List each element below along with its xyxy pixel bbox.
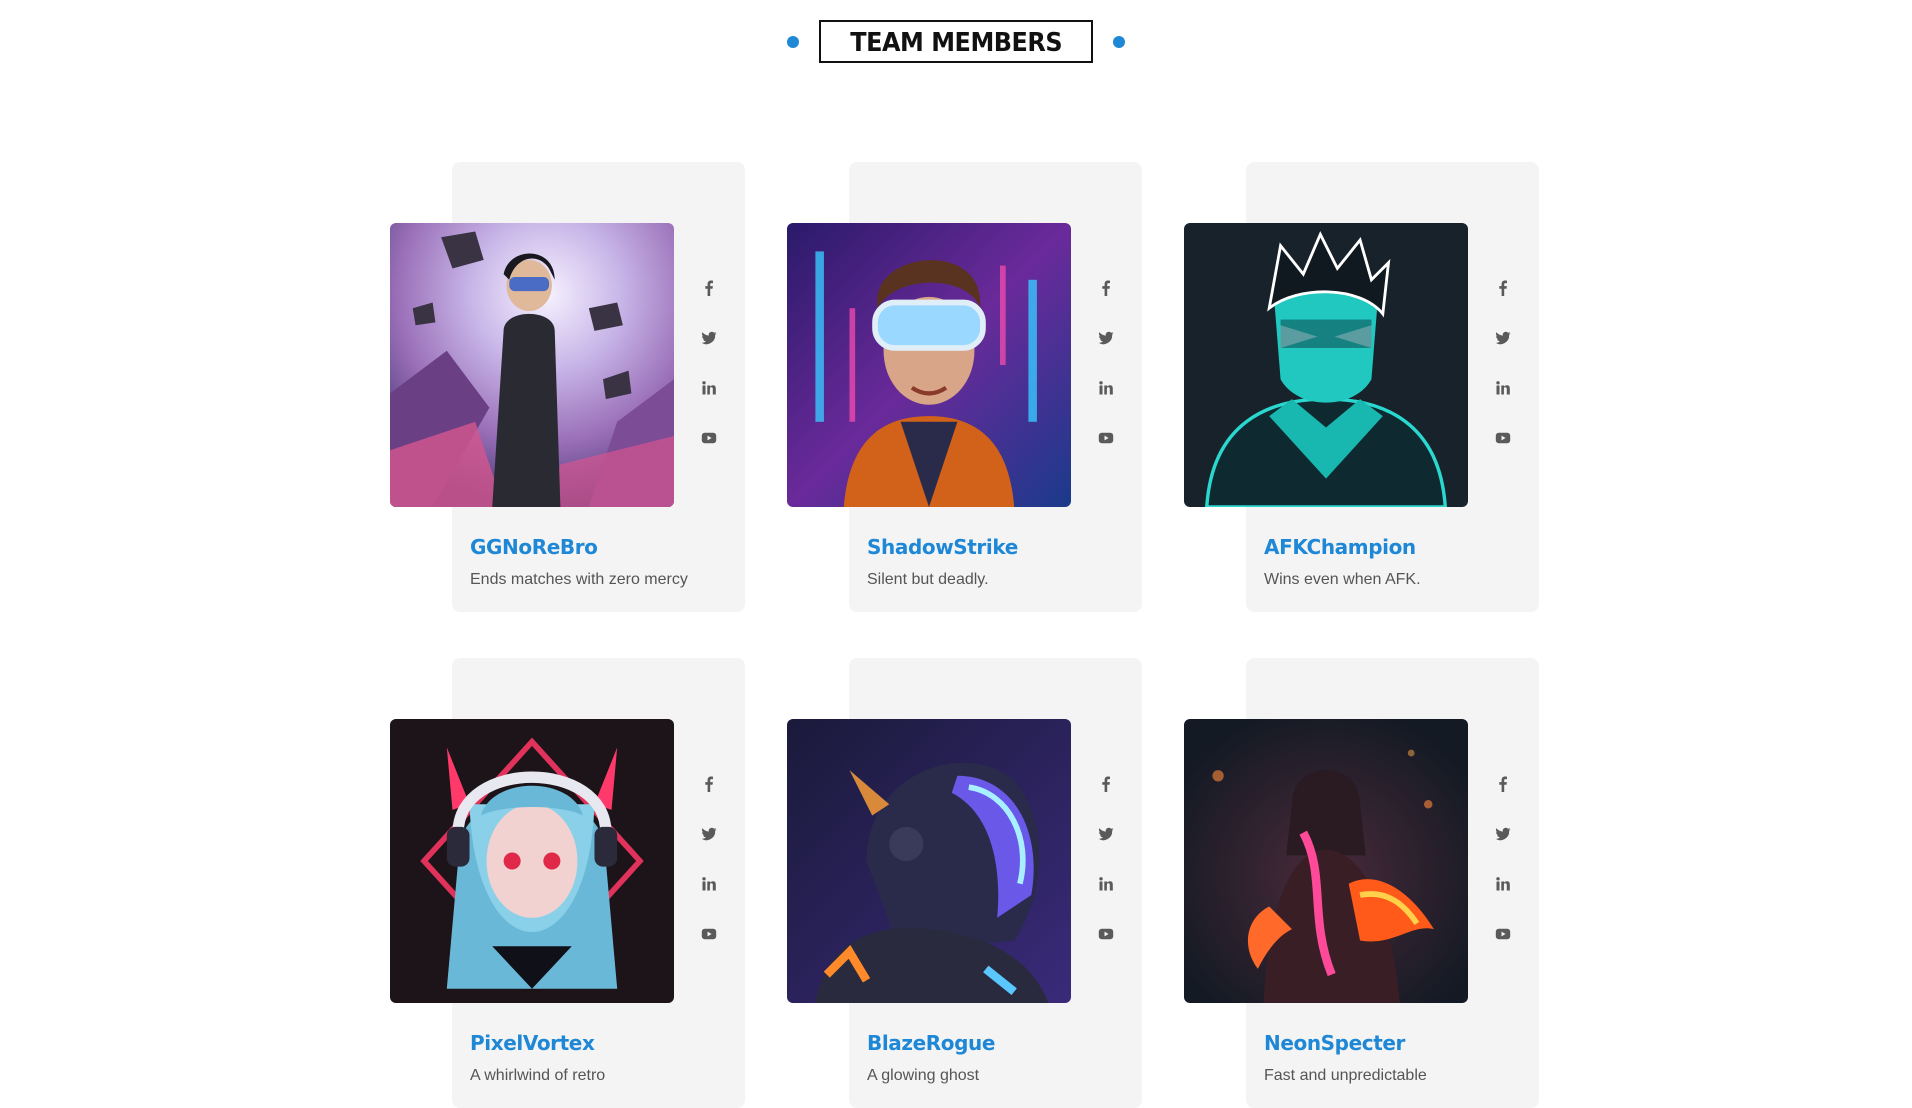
member-avatar-fire-hooded-figure-art — [1184, 719, 1468, 1003]
member-name[interactable]: BlazeRogue — [867, 1031, 995, 1055]
youtube-icon[interactable] — [698, 923, 720, 945]
linkedin-icon[interactable] — [1095, 873, 1117, 895]
linkedin-icon[interactable] — [698, 377, 720, 399]
twitter-icon[interactable] — [698, 327, 720, 349]
member-social-links — [1095, 277, 1117, 477]
member-avatar-neon-helmet-warrior-art — [787, 719, 1071, 1003]
heading-dot-right — [1113, 35, 1126, 48]
member-name[interactable]: NeonSpecter — [1264, 1031, 1405, 1055]
linkedin-icon[interactable] — [698, 873, 720, 895]
member-social-links — [1492, 277, 1514, 477]
member-social-links — [1492, 773, 1514, 973]
member-avatar-cyan-masked-ninja-art — [1184, 223, 1468, 507]
facebook-icon[interactable] — [1492, 277, 1514, 299]
twitter-icon[interactable] — [1095, 823, 1117, 845]
facebook-icon[interactable] — [1095, 773, 1117, 795]
member-social-links — [698, 773, 720, 973]
linkedin-icon[interactable] — [1492, 377, 1514, 399]
facebook-icon[interactable] — [1095, 277, 1117, 299]
member-bio: A whirlwind of retro — [470, 1067, 606, 1084]
member-avatar-anime-girl-headphones-art — [390, 719, 674, 1003]
youtube-icon[interactable] — [1492, 923, 1514, 945]
heading-dot-left — [786, 35, 799, 48]
page-title: TEAM MEMBERS — [850, 27, 1062, 58]
youtube-icon[interactable] — [698, 427, 720, 449]
member-avatar-goggles-neon-boy-art — [787, 223, 1071, 507]
twitter-icon[interactable] — [1095, 327, 1117, 349]
member-bio: Fast and unpredictable — [1264, 1067, 1427, 1084]
facebook-icon[interactable] — [698, 773, 720, 795]
twitter-icon[interactable] — [1492, 327, 1514, 349]
twitter-icon[interactable] — [1492, 823, 1514, 845]
linkedin-icon[interactable] — [1095, 377, 1117, 399]
member-social-links — [1095, 773, 1117, 973]
member-name[interactable]: GGNoReBro — [470, 535, 598, 559]
member-social-links — [698, 277, 720, 477]
member-bio: Ends matches with zero mercy — [470, 571, 688, 588]
youtube-icon[interactable] — [1095, 427, 1117, 449]
section-header: TEAM MEMBERS — [0, 20, 1912, 63]
heading-frame: TEAM MEMBERS — [818, 20, 1094, 63]
youtube-icon[interactable] — [1095, 923, 1117, 945]
member-name[interactable]: PixelVortex — [470, 1031, 595, 1055]
linkedin-icon[interactable] — [1492, 873, 1514, 895]
member-avatar-vr-gamer-pink-asteroids-art — [390, 223, 674, 507]
member-name[interactable]: ShadowStrike — [867, 535, 1018, 559]
twitter-icon[interactable] — [698, 823, 720, 845]
member-bio: Wins even when AFK. — [1264, 571, 1421, 588]
facebook-icon[interactable] — [698, 277, 720, 299]
facebook-icon[interactable] — [1492, 773, 1514, 795]
member-bio: Silent but deadly. — [867, 571, 989, 588]
youtube-icon[interactable] — [1492, 427, 1514, 449]
member-name[interactable]: AFKChampion — [1264, 535, 1416, 559]
member-bio: A glowing ghost — [867, 1067, 980, 1084]
